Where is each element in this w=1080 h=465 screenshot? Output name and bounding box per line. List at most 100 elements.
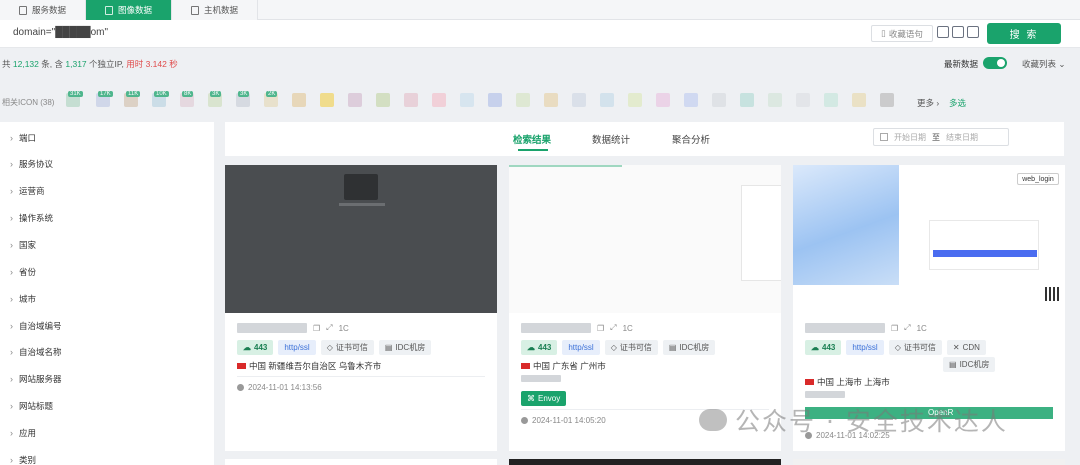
favicon-item[interactable] — [740, 93, 754, 107]
location-text: 中国 新疆维吾尔自治区 乌鲁木齐市 — [249, 361, 382, 371]
favicon-item[interactable] — [880, 93, 894, 107]
favicon-item[interactable] — [712, 93, 726, 107]
favicon-item[interactable] — [460, 93, 474, 107]
favicon-item[interactable] — [404, 93, 418, 107]
cdn-tag[interactable]: ✕ CDN — [946, 340, 986, 355]
copy-icon[interactable]: ❐ — [891, 324, 898, 333]
cert-tag[interactable]: ◇ 证书可信 — [888, 340, 942, 355]
favicon-item[interactable]: 3K — [236, 91, 250, 107]
screenshot-thumbnail[interactable] — [225, 165, 497, 313]
copy-icon[interactable]: ❐ — [313, 324, 320, 333]
image-search-icon[interactable] — [937, 26, 949, 38]
idc-tag[interactable]: ▤ IDC机房 — [662, 340, 716, 355]
timestamp: 2024-11-01 14:13:56 — [237, 383, 322, 392]
port-tag[interactable]: ☁ 443 — [805, 340, 842, 355]
filter-protocol[interactable]: › 服务协议 — [10, 156, 53, 172]
link-icon[interactable]: ⤢ — [610, 323, 616, 333]
end-date-field[interactable]: 结束日期 — [946, 132, 978, 143]
favicon-item[interactable] — [824, 93, 838, 107]
link-icon[interactable]: ⤢ — [904, 323, 910, 333]
filter-label: 类别 — [19, 455, 37, 465]
active-tab-indicator — [518, 149, 548, 151]
favicon-item[interactable] — [628, 93, 642, 107]
start-date-field[interactable]: 开始日期 — [894, 132, 926, 143]
link-icon[interactable]: ⤢ — [326, 323, 332, 333]
result-card[interactable]: ❐ ⤢ 1C ☁ 443 http/ssl ◇ 证书可信 ▤ IDC机房 中国 新疆维… — [225, 165, 497, 451]
chevron-right-icon: › — [10, 267, 13, 277]
favicon-item[interactable]: 8K — [180, 91, 194, 107]
filter-city[interactable]: › 城市 — [10, 291, 36, 307]
favicon-item[interactable] — [348, 93, 362, 107]
search-button[interactable]: 搜 索 — [987, 23, 1061, 44]
filter-asn[interactable]: › 自治域编号 — [10, 318, 62, 334]
tab-image-data[interactable]: 图像数据 — [86, 0, 172, 20]
tab-statistics[interactable]: 数据统计 — [592, 132, 630, 146]
favicon-item[interactable]: 10K — [152, 91, 169, 107]
favicon-item[interactable] — [516, 93, 530, 107]
tab-search-results[interactable]: 检索结果 — [513, 132, 551, 146]
favicon-item[interactable] — [544, 93, 558, 107]
favicon-item[interactable] — [320, 93, 334, 107]
filter-isp[interactable]: › 运营商 — [10, 183, 45, 199]
protocol-tag[interactable]: http/ssl — [846, 340, 884, 355]
more-icons-link[interactable]: 更多 › — [917, 97, 939, 109]
favicon-item[interactable] — [572, 93, 586, 107]
multi-select-link[interactable]: 多选 — [949, 97, 966, 109]
favicon-item[interactable] — [432, 93, 446, 107]
protocol-tag[interactable]: http/ssl — [278, 340, 316, 355]
favicon-item[interactable]: 31K — [66, 91, 83, 107]
favicon-item[interactable] — [292, 93, 306, 107]
filter-web-title[interactable]: › 网站标题 — [10, 398, 53, 414]
cert-tag[interactable]: ◇ 证书可信 — [604, 340, 658, 355]
port-tag[interactable]: ☁ 443 — [521, 340, 558, 355]
search-input[interactable]: domain="█████om" — [13, 27, 108, 38]
favicon-item[interactable] — [656, 93, 670, 107]
cloud-icon: ☁ — [527, 343, 535, 352]
clock-icon — [237, 384, 244, 391]
cert-tag[interactable]: ◇ 证书可信 — [320, 340, 374, 355]
tab-service-data[interactable]: 服务数据 — [0, 0, 86, 20]
favicon-item[interactable] — [684, 93, 698, 107]
screenshot-thumbnail[interactable] — [509, 165, 781, 313]
ip-address[interactable]: ❐ ⤢ 1C — [237, 322, 349, 334]
idc-tag[interactable]: ▤ IDC机房 — [378, 340, 432, 355]
filter-os[interactable]: › 操作系统 — [10, 210, 53, 226]
filter-province[interactable]: › 省份 — [10, 264, 36, 280]
date-range-picker[interactable]: 开始日期 至 结束日期 — [873, 128, 1009, 146]
favicon-item[interactable] — [600, 93, 614, 107]
redacted-ip — [237, 323, 307, 333]
favicon-item[interactable]: 2K — [264, 91, 278, 107]
filter-port[interactable]: › 端口 — [10, 130, 36, 146]
idc-tag[interactable]: ▤ IDC机房 — [943, 357, 996, 372]
filter-web-server[interactable]: › 网站服务器 — [10, 371, 62, 387]
screenshot-icon[interactable] — [967, 26, 979, 38]
favicon-item[interactable]: 11K — [124, 91, 141, 107]
latest-data-toggle[interactable] — [983, 57, 1007, 69]
filter-as-name[interactable]: › 自治域名称 — [10, 344, 62, 360]
favicon-item[interactable]: 17K — [96, 91, 113, 107]
tab-host-data[interactable]: 主机数据 — [172, 0, 258, 20]
filter-app[interactable]: › 应用 — [10, 425, 36, 441]
favorites-dropdown[interactable]: 收藏列表 ⌄ — [1022, 58, 1066, 70]
upload-icon[interactable] — [952, 26, 964, 38]
favicon-item[interactable]: 3K — [208, 91, 222, 107]
date-separator: 至 — [932, 132, 940, 142]
favicon-item[interactable] — [376, 93, 390, 107]
favicon-item[interactable] — [768, 93, 782, 107]
favicon-item[interactable] — [852, 93, 866, 107]
copy-icon[interactable]: ❐ — [597, 324, 604, 333]
filter-category[interactable]: › 类别 — [10, 452, 36, 465]
port-tag[interactable]: ☁ 443 — [237, 340, 274, 355]
ip-address[interactable]: ❐ ⤢ 1C — [521, 322, 633, 334]
china-flag-icon — [521, 363, 530, 369]
filter-country[interactable]: › 国家 — [10, 237, 36, 253]
screenshot-thumbnail[interactable]: web_login — [793, 165, 1065, 313]
favicon-item[interactable] — [488, 93, 502, 107]
app-tag[interactable]: ⌘ Envoy — [521, 391, 567, 406]
save-query-button[interactable]: ▯ 收藏语句 — [871, 25, 933, 42]
protocol-tag[interactable]: http/ssl — [562, 340, 600, 355]
tab-aggregation[interactable]: 聚合分析 — [672, 132, 710, 146]
favicon-item[interactable] — [796, 93, 810, 107]
ip-address[interactable]: ❐ ⤢ 1C — [805, 322, 927, 334]
chevron-right-icon: › — [10, 347, 13, 357]
